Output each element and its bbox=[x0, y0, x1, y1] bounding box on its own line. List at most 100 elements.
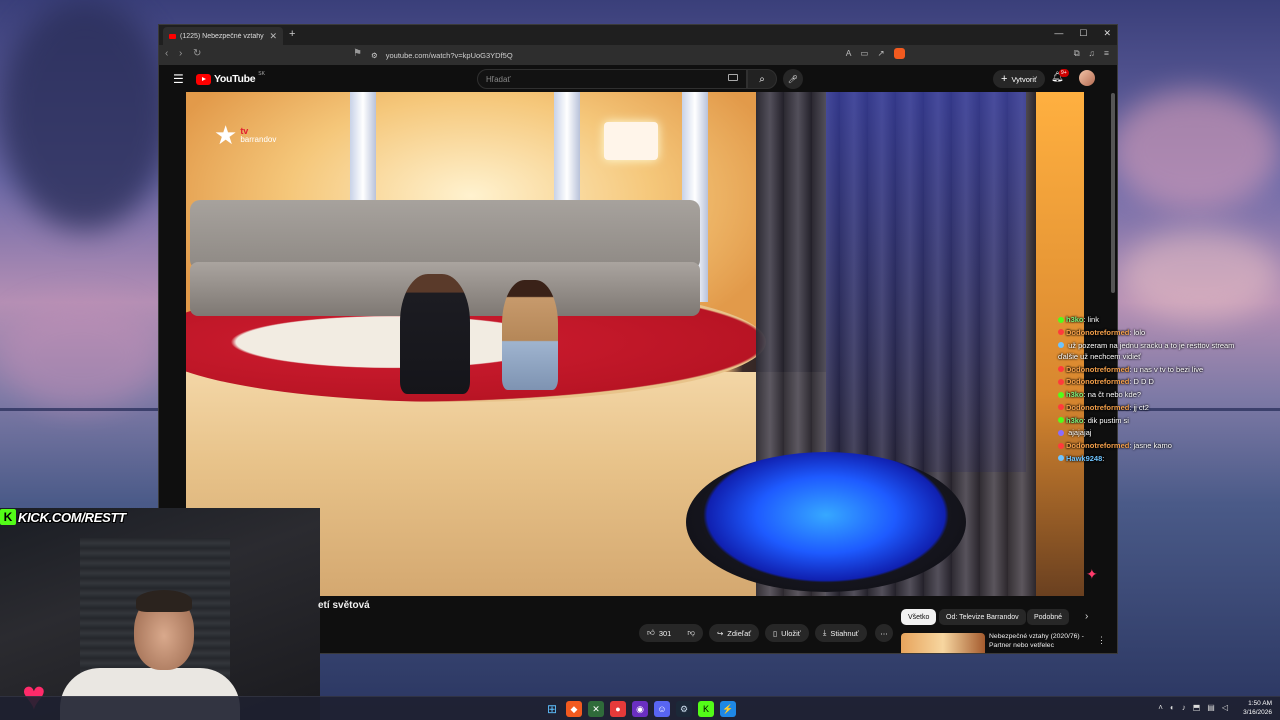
save-label: Uložiť bbox=[781, 628, 801, 638]
create-button[interactable]: + Vytvoriť bbox=[993, 70, 1045, 88]
new-tab-icon[interactable]: + bbox=[289, 28, 295, 40]
chat-badge-icon bbox=[1058, 329, 1064, 336]
channel-logo-name: barrandov bbox=[240, 134, 277, 144]
tab-close-icon[interactable]: ✕ bbox=[269, 31, 277, 42]
extensions-icon[interactable]: ⧉ bbox=[1074, 48, 1080, 59]
chip-related[interactable]: Podobné bbox=[1027, 609, 1070, 625]
discord-icon[interactable]: ☺ bbox=[654, 701, 670, 717]
chat-message: ajajajaj bbox=[1058, 427, 1248, 438]
keyboard-icon[interactable] bbox=[728, 74, 738, 81]
youtube-favicon-icon bbox=[169, 33, 176, 39]
chip-from-channel[interactable]: Od: Televize Barrandov bbox=[939, 609, 1026, 625]
minimize-icon[interactable]: — bbox=[1054, 28, 1063, 39]
chat-message: Dodonotreformed: D D D bbox=[1058, 376, 1248, 387]
video-title: etí světová bbox=[318, 600, 370, 611]
like-count: 301 bbox=[658, 628, 672, 638]
reload-icon[interactable]: ↻ bbox=[193, 48, 201, 59]
thumbs-down-icon[interactable]: 👎︎ bbox=[687, 628, 695, 638]
recommendation-thumbnail[interactable] bbox=[901, 633, 985, 653]
save-icon: ▯ bbox=[773, 628, 778, 638]
share-page-icon[interactable]: ↗ bbox=[877, 48, 884, 59]
star-icon: ★ bbox=[214, 120, 238, 150]
download-label: Stiahnuť bbox=[830, 628, 859, 638]
maximize-icon[interactable]: ☐ bbox=[1079, 28, 1087, 39]
stream-chat-overlay: h3ko: link Dodonotreformed: lolo už poze… bbox=[1058, 314, 1248, 466]
brave-browser-icon[interactable]: ◆ bbox=[566, 701, 582, 717]
voice-search-button[interactable]: 🎤︎ bbox=[783, 69, 803, 89]
kick-url-text: KICK.COM/RESTT bbox=[18, 509, 126, 525]
recommendation-title[interactable]: Nebezpečné vztahy (2020/76) - Partner ne… bbox=[989, 633, 1099, 651]
xbox-icon[interactable]: ✕ bbox=[588, 701, 604, 717]
bookmark-icon[interactable]: ⚑ bbox=[353, 48, 362, 59]
plus-icon: + bbox=[1001, 73, 1008, 85]
menu-icon[interactable]: ≡ bbox=[1104, 48, 1109, 59]
chat-badge-icon bbox=[1058, 378, 1064, 385]
save-button[interactable]: ▯ Uložiť bbox=[765, 624, 809, 642]
wallpaper-cloud bbox=[0, 0, 170, 230]
kick-app-icon[interactable]: K bbox=[698, 701, 714, 717]
tray-mic-icon[interactable]: ♪ bbox=[1182, 703, 1186, 712]
tray-chevron-icon[interactable]: ˄ bbox=[1158, 703, 1163, 712]
chat-badge-icon bbox=[1058, 404, 1064, 411]
account-avatar[interactable] bbox=[1079, 70, 1095, 86]
media-icon[interactable]: ♫ bbox=[1089, 48, 1095, 59]
window-controls: — ☐ ✕ bbox=[1054, 28, 1111, 39]
back-icon[interactable]: ‹ bbox=[165, 48, 168, 59]
chat-username: h3ko bbox=[1066, 390, 1084, 399]
chat-badge-icon bbox=[1058, 429, 1064, 436]
page-scrollbar[interactable] bbox=[1111, 93, 1115, 293]
more-icon: ⋯ bbox=[880, 628, 888, 638]
chat-text: link bbox=[1087, 315, 1099, 324]
url-text: youtube.com/watch?v=kpUoG3YDf5Q bbox=[385, 50, 513, 60]
streamer-hair bbox=[136, 590, 192, 612]
youtube-logo[interactable]: YouTube SK bbox=[196, 71, 265, 85]
search-input[interactable]: Hľadať bbox=[477, 69, 747, 89]
tray-app-icon[interactable]: ⬒ bbox=[1193, 703, 1201, 712]
system-app-icon[interactable]: ⚡ bbox=[720, 701, 736, 717]
clock-date: 3/16/2026 bbox=[1243, 708, 1272, 716]
site-info-icon[interactable]: ⚙ bbox=[371, 51, 378, 60]
kick-logo-icon: K bbox=[0, 509, 16, 525]
tray-app-icon[interactable]: ◐ bbox=[1170, 703, 1175, 712]
more-actions-button[interactable]: ⋯ bbox=[875, 624, 893, 642]
guest-woman bbox=[502, 280, 558, 390]
search-placeholder: Hľadať bbox=[486, 74, 511, 84]
share-button[interactable]: ↪ Zdieľať bbox=[709, 624, 760, 642]
close-window-icon[interactable]: ✕ bbox=[1103, 28, 1111, 39]
volume-icon[interactable]: ◁ bbox=[1222, 703, 1228, 712]
chat-message: h3ko: dik pustim si bbox=[1058, 415, 1248, 426]
video-player[interactable]: ★ tv barrandov bbox=[186, 92, 1084, 596]
obs-icon[interactable]: ◉ bbox=[632, 701, 648, 717]
sofa-back bbox=[190, 200, 700, 270]
download-button[interactable]: ⤓ Stiahnuť bbox=[815, 624, 867, 642]
chat-username: h3ko bbox=[1066, 415, 1084, 425]
app-icon[interactable]: ● bbox=[610, 701, 626, 717]
chip-all[interactable]: Všetko bbox=[901, 609, 937, 625]
guide-menu-icon[interactable]: ☰ bbox=[173, 72, 184, 86]
clock-time: 1:50 AM bbox=[1248, 700, 1272, 707]
network-icon[interactable]: ▤ bbox=[1207, 703, 1215, 712]
like-button[interactable]: 👍︎ 301 👎︎ bbox=[639, 624, 703, 642]
windows-start-icon[interactable]: ⊞ bbox=[544, 701, 560, 717]
forward-icon[interactable]: › bbox=[179, 48, 182, 59]
chat-message: h3ko: na čt nebo kde? bbox=[1058, 389, 1248, 400]
stream-watermark-icon: ✦ bbox=[1086, 566, 1098, 582]
guest-man bbox=[400, 274, 470, 394]
brave-shields-icon[interactable] bbox=[893, 48, 905, 59]
cast-icon[interactable]: ▭ bbox=[860, 48, 868, 59]
translate-icon[interactable]: A bbox=[846, 48, 852, 59]
channel-logo: ★ tv barrandov bbox=[214, 122, 276, 148]
chat-text: dik pustim si bbox=[1087, 415, 1129, 425]
chevron-right-icon[interactable]: › bbox=[1085, 611, 1088, 622]
chat-message: Dodonotreformed: jj ct2 bbox=[1058, 402, 1248, 413]
search-button[interactable]: ⌕ bbox=[747, 69, 777, 89]
steam-icon[interactable]: ⚙ bbox=[676, 701, 692, 717]
chat-badge-icon bbox=[1058, 366, 1064, 372]
browser-tab-youtube[interactable]: (1225) Nebezpečné vztahy (2 ✕ bbox=[163, 27, 283, 45]
taskbar-clock[interactable]: 1:50 AM 3/16/2026 bbox=[1243, 700, 1272, 718]
recommendation-more-icon[interactable]: ⋮ bbox=[1097, 635, 1106, 646]
blue-light-fixture bbox=[686, 452, 966, 592]
tab-bar: (1225) Nebezpečné vztahy (2 ✕ + — ☐ ✕ bbox=[159, 25, 1117, 45]
microphone-icon: 🎤︎ bbox=[787, 74, 799, 84]
streamer-webcam: ♥ bbox=[0, 508, 320, 720]
